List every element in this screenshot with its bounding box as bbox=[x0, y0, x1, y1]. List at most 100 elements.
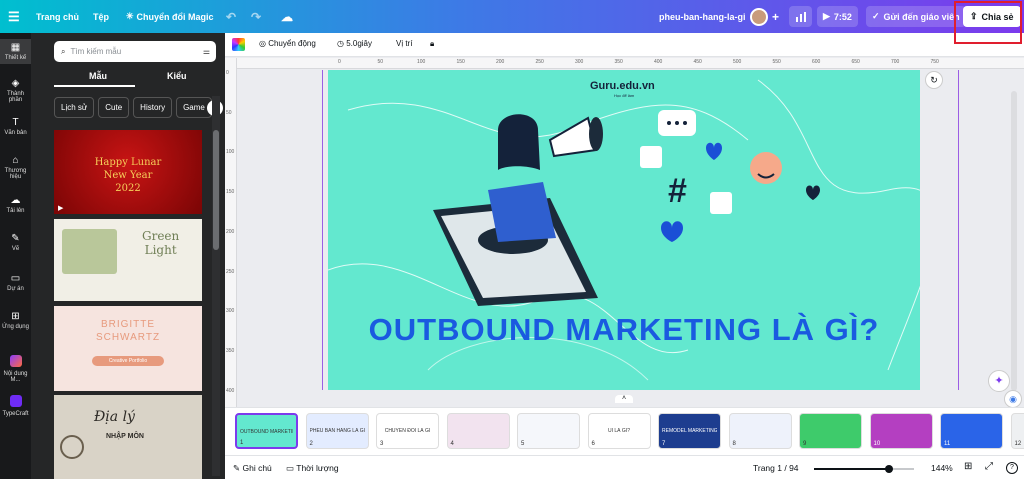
ruler-tick-label: 550 bbox=[772, 59, 781, 65]
template-thumb-portfolio[interactable]: BRIGITTE SCHWARTZ Creative Portfolio bbox=[54, 306, 202, 391]
ruler-tick-label: 0 bbox=[338, 59, 341, 65]
chip-history[interactable]: History bbox=[133, 97, 173, 118]
add-collaborator-icon[interactable]: + bbox=[772, 0, 779, 33]
template-thumb-lunar[interactable]: Happy Lunar New Year 2022 ▶ bbox=[54, 130, 202, 214]
slide-logo: Guru.edu.vn bbox=[590, 80, 655, 92]
search-input[interactable]: ⌕ Tìm kiếm mẫu ⚌ bbox=[54, 41, 216, 62]
rail-label: Tải lên bbox=[6, 208, 25, 214]
ruler-tick-label: 750 bbox=[930, 59, 939, 65]
chip-cute[interactable]: Cute bbox=[98, 97, 130, 118]
page-thumb[interactable]: UI LÀ GÌ? 6 bbox=[587, 413, 651, 449]
panel-tabs: Mẫu Kiểu bbox=[54, 67, 216, 87]
redo-icon[interactable]: ↷ bbox=[251, 0, 261, 33]
page-number: 9 bbox=[803, 441, 807, 447]
zoom-level[interactable]: 144% bbox=[931, 463, 953, 473]
present-button[interactable]: ▶ 7:52 bbox=[817, 6, 858, 27]
magic-switch-label: Chuyển đổi Magic bbox=[136, 11, 214, 22]
rail-label: Văn bản bbox=[4, 130, 27, 136]
send-to-teacher-button[interactable]: ✓ Gửi đến giáo viên bbox=[866, 6, 966, 27]
rail-item-design[interactable]: ▦ Thiết kế bbox=[0, 39, 31, 64]
rail-item-draw[interactable]: ✎ Vẽ bbox=[0, 233, 31, 252]
duration-button[interactable]: ◷ 5.0giây bbox=[337, 39, 372, 48]
magic-media-icon bbox=[9, 355, 22, 367]
page-thumb[interactable]: 9 bbox=[799, 413, 862, 449]
rail-item-text[interactable]: T Văn bản bbox=[0, 117, 31, 136]
refresh-icon[interactable]: ↻ bbox=[925, 71, 943, 89]
zoom-slider[interactable] bbox=[814, 465, 914, 473]
rail-item-projects[interactable]: ▭ Dự án bbox=[0, 273, 31, 292]
tab-active-indicator bbox=[54, 85, 135, 87]
tab-templates[interactable]: Mẫu bbox=[89, 71, 107, 81]
page-thumb[interactable]: CHUYỂN ĐỔI LÀ GÌ 3 bbox=[376, 413, 439, 449]
thumb-subtitle: NHẬP MÔN bbox=[106, 433, 144, 440]
template-thumb-geography[interactable]: Địa lý NHẬP MÔN bbox=[54, 395, 202, 479]
page-indicator[interactable]: Trang 1 / 94 bbox=[753, 463, 799, 473]
thumb-title: Happy Lunar bbox=[94, 157, 162, 168]
home-button[interactable]: Trang chủ bbox=[36, 0, 79, 33]
position-button[interactable]: Vị trí bbox=[396, 39, 412, 48]
folder-icon: ▭ bbox=[10, 273, 21, 284]
undo-icon[interactable]: ↶ bbox=[226, 0, 236, 33]
rail-item-magic-media[interactable]: Nội dung M... bbox=[0, 355, 31, 383]
page-thumb[interactable]: 11 bbox=[940, 413, 1003, 449]
page-thumb-label: UI LÀ GÌ? bbox=[608, 428, 630, 434]
file-menu[interactable]: Tệp bbox=[93, 0, 109, 33]
hamburger-icon[interactable]: ☰ bbox=[8, 0, 20, 33]
check-circle-icon: ✓ bbox=[872, 11, 880, 21]
notes-button[interactable]: ✎ Ghi chú bbox=[233, 463, 272, 474]
magic-switch-button[interactable]: ✳ Chuyển đổi Magic bbox=[126, 0, 214, 33]
animation-button[interactable]: ◎ Chuyển động bbox=[259, 39, 316, 48]
thumb-title: 2022 bbox=[115, 183, 141, 194]
duration-timeline-button[interactable]: ▭ Thời lượng bbox=[286, 463, 339, 474]
chip-history-vn[interactable]: Lịch sử bbox=[54, 97, 95, 118]
rail-label: Ứng dụng bbox=[2, 324, 29, 330]
filter-icon[interactable]: ⚌ bbox=[203, 47, 210, 56]
page-thumb[interactable]: PHỄU BÁN HÀNG LÀ GÌ 2 bbox=[305, 413, 369, 449]
slide-canvas[interactable]: # Guru.edu.vn Học để làm OUTBOUND MARKET… bbox=[328, 70, 920, 390]
rail-item-brand[interactable]: ⌂ Thương hiệu bbox=[0, 155, 31, 180]
template-thumb-green-light[interactable]: Green Light bbox=[54, 219, 202, 301]
tab-styles[interactable]: Kiểu bbox=[167, 71, 187, 81]
grid-view-icon[interactable]: ⊞ bbox=[964, 461, 972, 472]
rail-item-apps[interactable]: ⊞ Ứng dụng bbox=[0, 311, 31, 330]
panel-scrollbar[interactable] bbox=[212, 96, 220, 476]
typecraft-icon bbox=[9, 395, 22, 407]
magic-assistant-icon[interactable]: ✦ bbox=[988, 370, 1010, 392]
ruler-tick-label: 0 bbox=[226, 70, 229, 76]
page-thumb[interactable]: 8 bbox=[728, 413, 792, 449]
page-thumb[interactable]: OUTBOUND MARKETING LÀ GÌ? 1 bbox=[235, 413, 298, 449]
svg-text:#: # bbox=[668, 172, 687, 210]
rail-item-typecraft[interactable]: TypeCraft bbox=[0, 395, 31, 417]
cloud-save-icon[interactable]: ☁ bbox=[281, 0, 293, 33]
rail-item-elements[interactable]: ◈ Thành phần bbox=[0, 78, 31, 103]
color-picker-icon[interactable] bbox=[232, 38, 245, 51]
help-icon[interactable]: ? bbox=[1006, 462, 1018, 474]
page-thumb[interactable]: 5 bbox=[517, 413, 580, 449]
thumb-title: SCHWARTZ bbox=[95, 332, 161, 343]
page-thumb[interactable]: REMODEL MARKETING LÀ GÌ 7 bbox=[658, 413, 721, 449]
help-assistant-icon[interactable]: ◉ bbox=[1004, 390, 1022, 408]
document-title[interactable]: pheu-ban-hang-la-gi bbox=[659, 0, 746, 33]
pages-strip: OUTBOUND MARKETING LÀ GÌ? 1 PHỄU BÁN HÀNG … bbox=[225, 407, 1024, 455]
ruler-tick-label: 100 bbox=[417, 59, 426, 65]
rail-item-upload[interactable]: ☁ Tải lên bbox=[0, 195, 31, 214]
analytics-icon[interactable] bbox=[789, 6, 812, 27]
fullscreen-icon[interactable]: ⤢ bbox=[985, 461, 993, 472]
canvas-scrollbar[interactable] bbox=[1011, 91, 1017, 391]
page-thumb[interactable]: 12 bbox=[1010, 413, 1024, 449]
page-number: 7 bbox=[662, 441, 666, 447]
rail-label: Thành phần bbox=[6, 91, 24, 103]
thumb-subtitle: Creative Portfolio bbox=[92, 356, 164, 366]
text-icon: T bbox=[12, 117, 19, 128]
avatar[interactable] bbox=[750, 0, 768, 33]
ruler-tick-label: 250 bbox=[226, 268, 235, 275]
notes-label: Ghi chú bbox=[242, 463, 272, 473]
chevron-up-icon[interactable]: ˄ bbox=[615, 395, 633, 403]
rail-label: Thương hiệu bbox=[4, 168, 27, 180]
lock-icon[interactable]: 🔒︎ bbox=[430, 39, 434, 49]
apps-icon: ⊞ bbox=[11, 311, 20, 322]
ruler-tick-label: 650 bbox=[851, 59, 860, 65]
page-thumb[interactable]: 10 bbox=[869, 413, 933, 449]
page-thumb[interactable]: 4 bbox=[446, 413, 510, 449]
ruler-tick-label: 150 bbox=[226, 189, 235, 196]
